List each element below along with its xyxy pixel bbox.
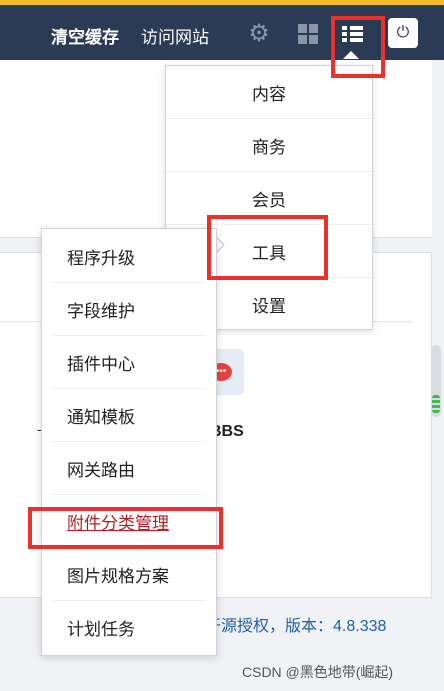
tools-submenu: 程序升级 字段维护 插件中心 通知模板 网关路由 附件分类管理 图片规格方案 计…	[41, 228, 217, 656]
tools-item-plugin-center[interactable]: 插件中心	[52, 336, 206, 389]
power-icon[interactable]: ⏻	[388, 18, 418, 48]
windows-icon[interactable]	[294, 20, 322, 48]
tools-item-image-spec[interactable]: 图片规格方案	[52, 548, 206, 601]
tools-item-scheduled-task[interactable]: 计划任务	[52, 601, 206, 654]
clear-cache-button[interactable]: 清空缓存	[51, 23, 119, 48]
scrollbar-thumb[interactable]	[432, 395, 440, 413]
scrollbar[interactable]	[431, 345, 441, 417]
license-version-text[interactable]: 开源授权，版本：4.8.338	[205, 612, 386, 636]
highlight-box-list-icon	[331, 16, 385, 78]
highlight-box-tools	[207, 215, 328, 280]
menu-item-business[interactable]: 商务	[166, 119, 372, 172]
tools-item-upgrade[interactable]: 程序升级	[52, 230, 206, 283]
tools-item-field-maintenance[interactable]: 字段维护	[52, 283, 206, 336]
visit-site-link[interactable]: 访问网站	[141, 23, 209, 48]
tools-item-gateway-route[interactable]: 网关路由	[52, 442, 206, 495]
watermark: CSDN @黑色地带(崛起)	[242, 664, 394, 680]
gear-icon[interactable]: ⚙	[245, 20, 273, 48]
tools-item-notice-template[interactable]: 通知模板	[52, 389, 206, 442]
highlight-box-attachment	[28, 507, 223, 549]
